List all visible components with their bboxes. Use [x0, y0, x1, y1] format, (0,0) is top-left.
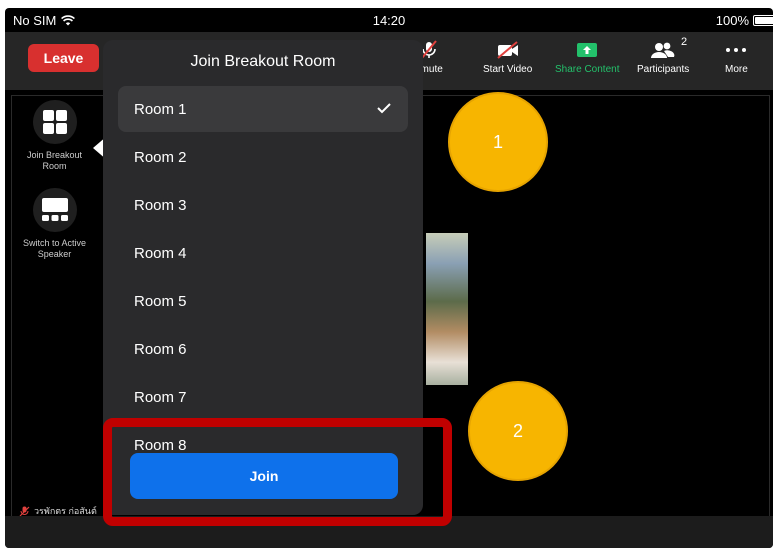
- more-label: More: [725, 64, 748, 75]
- participants-count: 2: [681, 36, 688, 48]
- room-label: Room 5: [134, 292, 187, 310]
- room-label: Room 6: [134, 340, 187, 358]
- start-video-label: Start Video: [483, 64, 533, 75]
- start-video-button[interactable]: Start Video: [483, 38, 532, 75]
- switch-active-speaker-control[interactable]: Switch to Active Speaker: [17, 188, 92, 260]
- status-right: 100%: [716, 13, 773, 28]
- join-breakout-room-control-label: Join Breakout Room: [26, 150, 83, 171]
- room-label: Room 7: [134, 388, 187, 406]
- checkmark-icon: [377, 103, 391, 114]
- app-frame: No SIM 14:20 100% Leave nmute Start Vide…: [5, 8, 773, 548]
- panel-title: Join Breakout Room: [190, 53, 336, 70]
- share-content-button[interactable]: Share Content: [555, 38, 620, 75]
- grid-icon: [32, 100, 77, 144]
- microphone-muted-icon: [19, 506, 30, 516]
- step-1-badge: 1: [448, 92, 548, 192]
- participants-label: Participants: [637, 64, 690, 75]
- share-screen-icon: [577, 43, 598, 57]
- room-option-6[interactable]: Room 6: [118, 326, 408, 372]
- room-label: Room 3: [134, 196, 187, 214]
- participant-video-thumbnail: [426, 233, 468, 385]
- room-option-3[interactable]: Room 3: [118, 182, 408, 228]
- room-option-7[interactable]: Room 7: [118, 374, 408, 420]
- room-option-4[interactable]: Room 4: [118, 230, 408, 276]
- switch-active-speaker-control-label: Switch to Active Speaker: [22, 238, 87, 259]
- status-bar: No SIM 14:20 100%: [5, 8, 773, 32]
- room-option-5[interactable]: Room 5: [118, 278, 408, 324]
- battery-icon: [753, 15, 773, 26]
- room-label: Room 1: [134, 100, 187, 118]
- status-time: 14:20: [372, 13, 406, 28]
- battery-percent: 100%: [715, 13, 749, 28]
- room-label: Room 2: [134, 148, 187, 166]
- step-2-badge: 2: [468, 381, 568, 481]
- share-content-label: Share Content: [555, 64, 620, 75]
- join-highlight-box: [103, 418, 452, 526]
- leave-button[interactable]: Leave: [28, 44, 99, 72]
- more-button[interactable]: More: [725, 38, 748, 75]
- participants-button[interactable]: 2 Participants: [637, 36, 690, 75]
- room-option-2[interactable]: Room 2: [118, 134, 408, 180]
- video-off-icon: [496, 41, 518, 59]
- join-breakout-room-control[interactable]: Join Breakout Room: [17, 100, 92, 172]
- more-dots-icon: [726, 48, 747, 52]
- active-speaker-icon: [32, 188, 77, 232]
- room-label: Room 4: [134, 244, 187, 262]
- room-option-1[interactable]: Room 1: [118, 86, 408, 132]
- participants-icon: [651, 42, 675, 58]
